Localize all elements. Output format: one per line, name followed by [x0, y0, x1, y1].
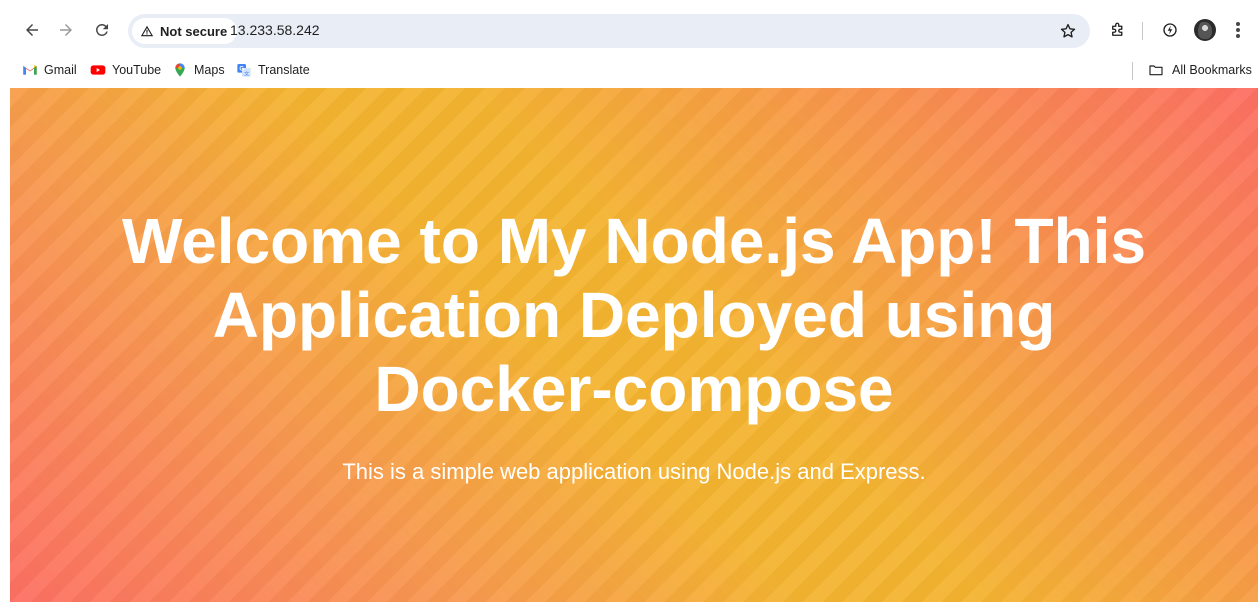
- warning-icon: [140, 25, 154, 37]
- bookmark-label: Gmail: [44, 63, 77, 77]
- bookmark-label: YouTube: [112, 63, 162, 77]
- browser-menu-button[interactable]: [1232, 20, 1244, 40]
- translate-icon: G 文: [237, 64, 251, 77]
- url-text[interactable]: 13.233.58.242: [230, 22, 320, 38]
- puzzle-icon: [1112, 22, 1123, 36]
- bookmark-gmail[interactable]: Gmail: [22, 60, 77, 80]
- star-icon: [1060, 23, 1076, 38]
- extensions-button[interactable]: [1106, 18, 1130, 42]
- reload-icon: [95, 23, 108, 36]
- menu-dot-icon: [1236, 28, 1240, 32]
- address-bar[interactable]: Not secure 13.233.58.242: [128, 14, 1090, 48]
- bookmark-label: Translate: [258, 63, 310, 77]
- youtube-icon: [90, 65, 106, 75]
- profile-avatar[interactable]: [1194, 19, 1216, 41]
- bookmark-translate[interactable]: G 文 Translate: [236, 60, 310, 80]
- bookmarks-bar: Gmail YouTube Maps G 文 Translate All Boo…: [0, 56, 1258, 86]
- security-indicator[interactable]: Not secure: [132, 18, 238, 44]
- performance-button[interactable]: [1158, 18, 1182, 42]
- bookmarks-divider: [1132, 62, 1133, 80]
- folder-icon: [1149, 65, 1163, 76]
- all-bookmarks-label: All Bookmarks: [1172, 63, 1252, 77]
- bookmark-youtube[interactable]: YouTube: [90, 60, 161, 80]
- security-label: Not secure: [160, 23, 228, 39]
- arrow-right-icon: [60, 24, 72, 36]
- bookmark-label: Maps: [194, 63, 225, 77]
- arrow-left-icon: [26, 24, 38, 36]
- gmail-icon: [23, 65, 37, 75]
- page-viewport: Welcome to My Node.js App! This Applicat…: [10, 88, 1258, 602]
- reload-button[interactable]: [88, 16, 116, 44]
- bookmark-maps[interactable]: Maps: [172, 60, 225, 80]
- page-subtitle: This is a simple web application using N…: [342, 459, 926, 484]
- forward-button[interactable]: [52, 16, 80, 44]
- all-bookmarks-button[interactable]: All Bookmarks: [1148, 60, 1252, 80]
- hero-section: Welcome to My Node.js App! This Applicat…: [10, 88, 1258, 602]
- maps-pin-icon: [175, 63, 185, 77]
- browser-toolbar: Not secure 13.233.58.242: [0, 0, 1258, 56]
- page-heading: Welcome to My Node.js App! This Applicat…: [121, 205, 1147, 425]
- back-button[interactable]: [18, 16, 46, 44]
- toolbar-divider: [1142, 22, 1143, 40]
- menu-dot-icon: [1236, 34, 1240, 38]
- bookmark-star-button[interactable]: [1058, 21, 1078, 41]
- energy-saver-icon: [1163, 23, 1177, 37]
- menu-dot-icon: [1236, 22, 1240, 26]
